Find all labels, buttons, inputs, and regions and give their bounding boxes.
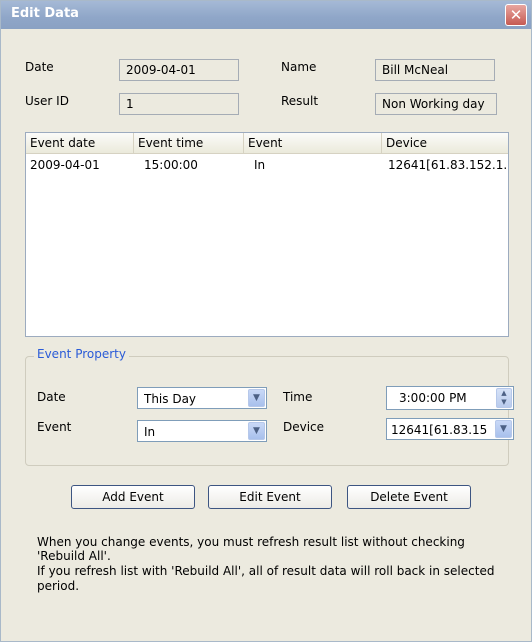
- event-select[interactable]: In ▼: [137, 420, 267, 442]
- window-title: Edit Data: [11, 6, 79, 21]
- result-field: Non Working day: [375, 93, 497, 115]
- chevron-down-icon[interactable]: ▼: [248, 422, 265, 440]
- add-event-button[interactable]: Add Event: [71, 485, 195, 509]
- events-list-header: Event date Event time Event Device: [26, 133, 508, 154]
- date-label: Date: [25, 60, 54, 74]
- events-list[interactable]: Event date Event time Event Device 2009-…: [25, 132, 509, 337]
- event-property-group: [25, 356, 509, 466]
- property-time-label: Time: [283, 390, 313, 404]
- name-label: Name: [281, 60, 317, 74]
- note-line-4: period.: [37, 579, 80, 593]
- title-bar: Edit Data ✕: [1, 1, 531, 29]
- date-select[interactable]: This Day ▼: [137, 387, 267, 409]
- property-event-label: Event: [37, 420, 72, 434]
- column-header-device[interactable]: Device: [382, 133, 508, 154]
- cell-event-time: 15:00:00: [144, 158, 198, 172]
- name-field: Bill McNeal: [375, 59, 495, 81]
- column-header-event-time[interactable]: Event time: [134, 133, 244, 154]
- userid-field: 1: [119, 93, 239, 115]
- spin-down-icon[interactable]: ▼: [497, 398, 511, 407]
- note-line-2: 'Rebuild All'.: [37, 549, 111, 563]
- time-stepper[interactable]: 3:00:00 PM ▲ ▼: [386, 386, 514, 410]
- property-device-label: Device: [283, 420, 325, 434]
- device-select[interactable]: 12641[61.83.15 ▼: [386, 418, 514, 440]
- event-property-title: Event Property: [34, 347, 129, 361]
- chevron-down-icon[interactable]: ▼: [248, 389, 265, 407]
- close-icon[interactable]: ✕: [505, 4, 527, 26]
- table-row[interactable]: 2009-04-01 15:00:00 In 12641[61.83.152.1…: [26, 156, 508, 176]
- time-value: 3:00:00 PM: [399, 391, 467, 405]
- cell-event-date: 2009-04-01: [30, 158, 100, 172]
- spin-up-icon[interactable]: ▲: [497, 389, 511, 398]
- edit-event-button[interactable]: Edit Event: [208, 485, 332, 509]
- property-date-label: Date: [37, 390, 66, 404]
- cell-device: 12641[61.83.152.1...: [388, 158, 506, 172]
- date-field: 2009-04-01: [119, 59, 239, 81]
- result-value: Non Working day: [382, 97, 485, 111]
- column-header-event[interactable]: Event: [244, 133, 382, 154]
- event-select-value: In: [144, 425, 156, 439]
- date-value: 2009-04-01: [126, 63, 196, 77]
- result-label: Result: [281, 94, 319, 108]
- time-spin-buttons: ▲ ▼: [496, 388, 512, 408]
- cell-event: In: [254, 158, 266, 172]
- userid-value: 1: [126, 97, 134, 111]
- column-header-event-date[interactable]: Event date: [26, 133, 134, 154]
- userid-label: User ID: [25, 94, 69, 108]
- device-select-value: 12641[61.83.15: [391, 423, 488, 437]
- note-line-1: When you change events, you must refresh…: [37, 535, 465, 549]
- note-line-3: If you refresh list with 'Rebuild All', …: [37, 564, 495, 578]
- chevron-down-icon[interactable]: ▼: [495, 420, 512, 438]
- edit-data-dialog: Edit Data ✕ Date 2009-04-01 Name Bill Mc…: [0, 0, 532, 642]
- date-select-value: This Day: [144, 392, 197, 406]
- delete-event-button[interactable]: Delete Event: [347, 485, 471, 509]
- name-value: Bill McNeal: [382, 63, 449, 77]
